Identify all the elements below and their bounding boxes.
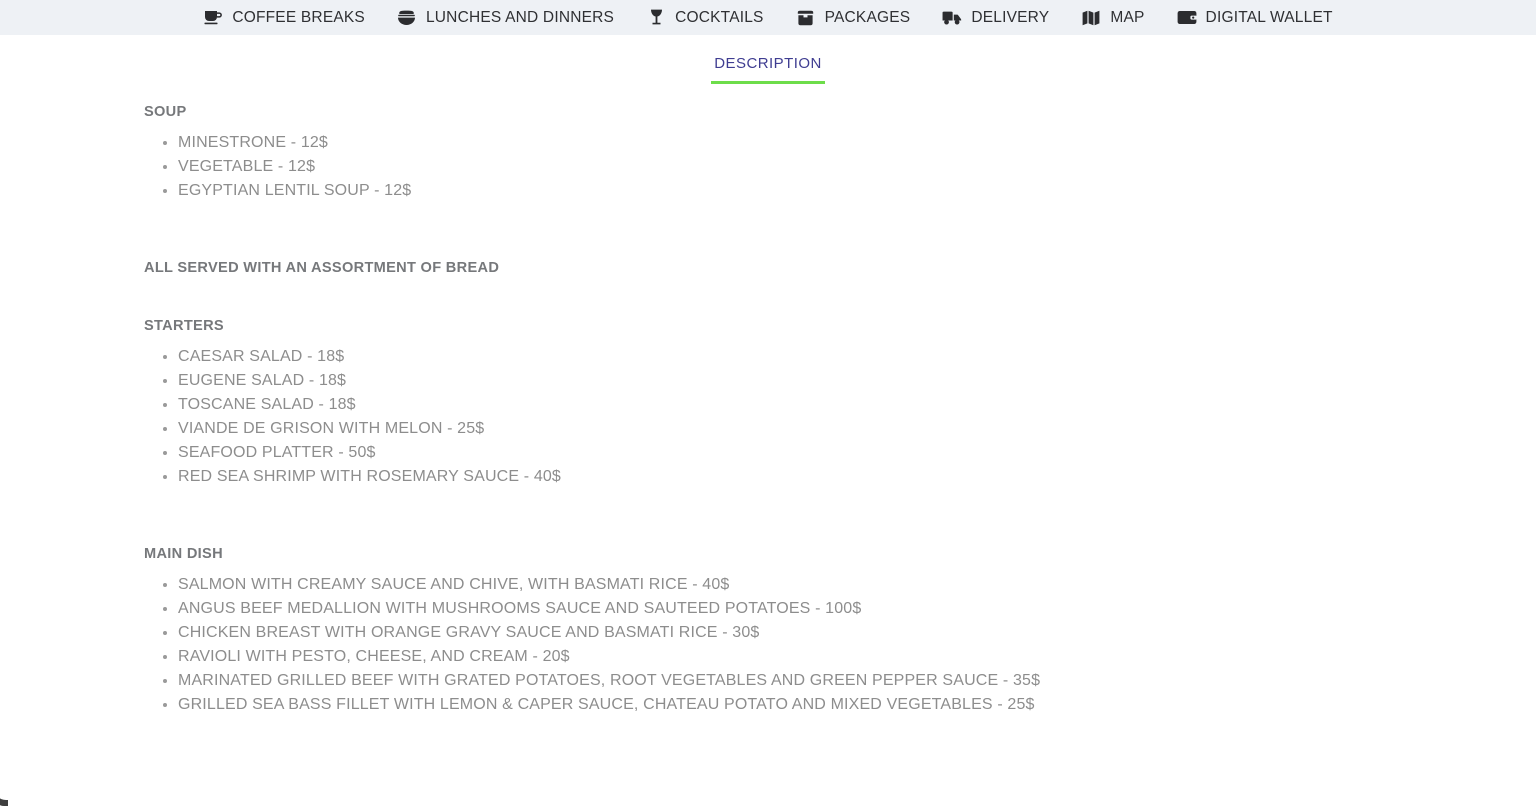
list-item: RED SEA SHRIMP WITH ROSEMARY SAUCE - 40$ <box>178 465 1536 489</box>
nav-label: DIGITAL WALLET <box>1205 8 1333 26</box>
section-title: SOUP <box>144 104 187 120</box>
list-item: VEGETABLE - 12$ <box>178 155 1536 179</box>
card-corner-mask <box>0 790 14 800</box>
list-item: CAESAR SALAD - 18$ <box>178 345 1536 369</box>
nav-label: COFFEE BREAKS <box>232 8 365 26</box>
list-item: SEAFOOD PLATTER - 50$ <box>178 441 1536 465</box>
tab-description[interactable]: DESCRIPTION <box>711 55 825 84</box>
list-item: SALMON WITH CREAMY SAUCE AND CHIVE, WITH… <box>178 573 1536 597</box>
delivery-truck-icon <box>942 9 962 27</box>
section-title: STARTERS <box>144 318 224 334</box>
nav-label: COCKTAILS <box>675 8 764 26</box>
nav-item-cocktails[interactable]: COCKTAILS <box>630 0 780 35</box>
nav-item-lunches-and-dinners[interactable]: LUNCHES AND DINNERS <box>381 0 630 35</box>
cocktail-glass-icon <box>646 9 666 27</box>
nav-item-packages[interactable]: PACKAGES <box>780 0 927 35</box>
list-item: MINESTRONE - 12$ <box>178 131 1536 155</box>
list-item: VIANDE DE GRISON WITH MELON - 25$ <box>178 417 1536 441</box>
section-bread-note: ALL SERVED WITH AN ASSORTMENT OF BREAD <box>0 260 1536 276</box>
list-item: CHICKEN BREAST WITH ORANGE GRAVY SAUCE A… <box>178 621 1536 645</box>
nav-item-delivery[interactable]: DELIVERY <box>926 0 1065 35</box>
coffee-cup-icon <box>203 9 223 27</box>
main-dish-item-list: SALMON WITH CREAMY SAUCE AND CHIVE, WITH… <box>144 573 1536 717</box>
nav-label: MAP <box>1110 8 1145 26</box>
nav-item-map[interactable]: MAP <box>1065 0 1160 35</box>
soup-item-list: MINESTRONE - 12$ VEGETABLE - 12$ EGYPTIA… <box>144 131 1536 203</box>
starters-item-list: CAESAR SALAD - 18$ EUGENE SALAD - 18$ TO… <box>144 345 1536 489</box>
list-item: RAVIOLI WITH PESTO, CHEESE, AND CREAM - … <box>178 645 1536 669</box>
nav-label: DELIVERY <box>971 8 1050 26</box>
nav-label: PACKAGES <box>824 8 911 26</box>
section-starters: STARTERS CAESAR SALAD - 18$ EUGENE SALAD… <box>0 318 1536 489</box>
main-navigation: COFFEE BREAKS LUNCHES AND DINNERS COCKTA… <box>0 0 1536 35</box>
section-soup: SOUP MINESTRONE - 12$ VEGETABLE - 12$ EG… <box>0 104 1536 203</box>
wallet-icon <box>1177 9 1197 27</box>
nav-label: LUNCHES AND DINNERS <box>425 8 615 26</box>
bread-note: ALL SERVED WITH AN ASSORTMENT OF BREAD <box>144 260 500 276</box>
list-item: EUGENE SALAD - 18$ <box>178 369 1536 393</box>
list-item: ANGUS BEEF MEDALLION WITH MUSHROOMS SAUC… <box>178 597 1536 621</box>
nav-item-coffee-breaks[interactable]: COFFEE BREAKS <box>187 0 381 35</box>
list-item: MARINATED GRILLED BEEF WITH GRATED POTAT… <box>178 669 1536 693</box>
nav-item-digital-wallet[interactable]: DIGITAL WALLET <box>1161 0 1349 35</box>
menu-description-panel: SOUP MINESTRONE - 12$ VEGETABLE - 12$ EG… <box>0 104 1536 717</box>
list-item: GRILLED SEA BASS FILLET WITH LEMON & CAP… <box>178 693 1536 717</box>
package-box-icon <box>796 9 816 27</box>
section-title: MAIN DISH <box>144 546 223 562</box>
folded-map-icon <box>1081 9 1101 27</box>
section-main-dish: MAIN DISH SALMON WITH CREAMY SAUCE AND C… <box>0 546 1536 717</box>
page-bottom-edge <box>0 790 1536 806</box>
covered-bowl-icon <box>397 9 417 27</box>
list-item: EGYPTIAN LENTIL SOUP - 12$ <box>178 179 1536 203</box>
tab-bar: DESCRIPTION <box>0 35 1536 84</box>
list-item: TOSCANE SALAD - 18$ <box>178 393 1536 417</box>
